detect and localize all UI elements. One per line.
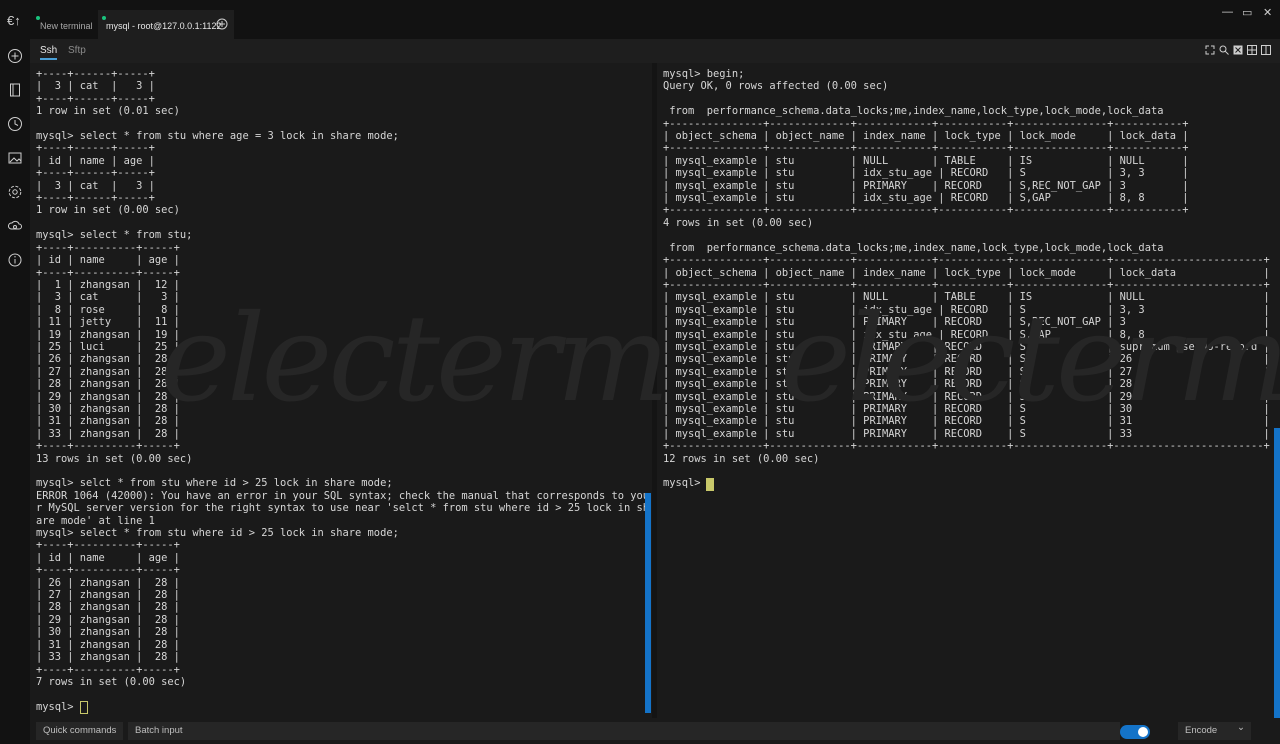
scrollbar-left[interactable] — [645, 493, 651, 713]
fullscreen-icon[interactable] — [1205, 45, 1215, 55]
image-icon[interactable] — [7, 150, 23, 166]
terminal-output: +----+------+-----+ | 3 | cat | 3 | +---… — [36, 68, 650, 713]
tab-label: mysql - root@127.0.0.1:1122 — [106, 21, 222, 31]
split-horizontal-icon[interactable] — [1247, 45, 1257, 55]
minimize-button[interactable]: — — [1222, 6, 1233, 18]
status-dot-icon — [36, 16, 40, 20]
info-icon[interactable] — [7, 252, 23, 268]
title-bar: €↑ New terminal mysql - root@127.0.0.1:1… — [0, 0, 1280, 39]
cloud-sync-icon[interactable] — [7, 218, 23, 234]
history-icon[interactable] — [7, 116, 23, 132]
clear-icon[interactable] — [1233, 45, 1243, 55]
tab-label: New terminal — [40, 21, 93, 31]
close-button[interactable]: ✕ — [1263, 6, 1272, 19]
batch-input-field[interactable]: Batch input — [128, 722, 1120, 740]
bookmark-icon[interactable] — [7, 82, 23, 98]
add-tab-icon[interactable] — [216, 18, 228, 30]
settings-icon[interactable] — [7, 184, 23, 200]
tab-ssh[interactable]: Ssh — [40, 45, 58, 60]
quick-commands-button[interactable]: Quick commands — [36, 722, 124, 740]
tab-mysql-session[interactable]: mysql - root@127.0.0.1:1122 — [98, 10, 234, 39]
tab-sftp[interactable]: Sftp — [68, 45, 86, 56]
encode-select[interactable]: Encode — [1178, 719, 1251, 740]
terminal-pane-right[interactable]: mysql> begin; Query OK, 0 rows affected … — [657, 63, 1280, 718]
restore-button[interactable]: ▭ — [1242, 6, 1252, 19]
batch-toggle[interactable] — [1120, 725, 1150, 739]
terminal-output: mysql> begin; Query OK, 0 rows affected … — [663, 68, 1270, 490]
status-dot-icon — [102, 16, 106, 20]
app-logo-icon[interactable]: €↑ — [7, 13, 21, 28]
terminal-cursor — [706, 478, 714, 491]
search-icon[interactable] — [1219, 45, 1229, 55]
toggle-knob — [1138, 727, 1148, 737]
terminal-cursor — [80, 701, 88, 714]
session-tab-bar: Ssh Sftp — [30, 39, 1280, 63]
terminal-pane-left[interactable]: +----+------+-----+ | 3 | cat | 3 | +---… — [30, 63, 652, 718]
sidebar — [0, 39, 30, 744]
split-vertical-icon[interactable] — [1261, 45, 1271, 55]
scrollbar-right[interactable] — [1274, 428, 1280, 718]
add-icon[interactable] — [7, 48, 23, 64]
